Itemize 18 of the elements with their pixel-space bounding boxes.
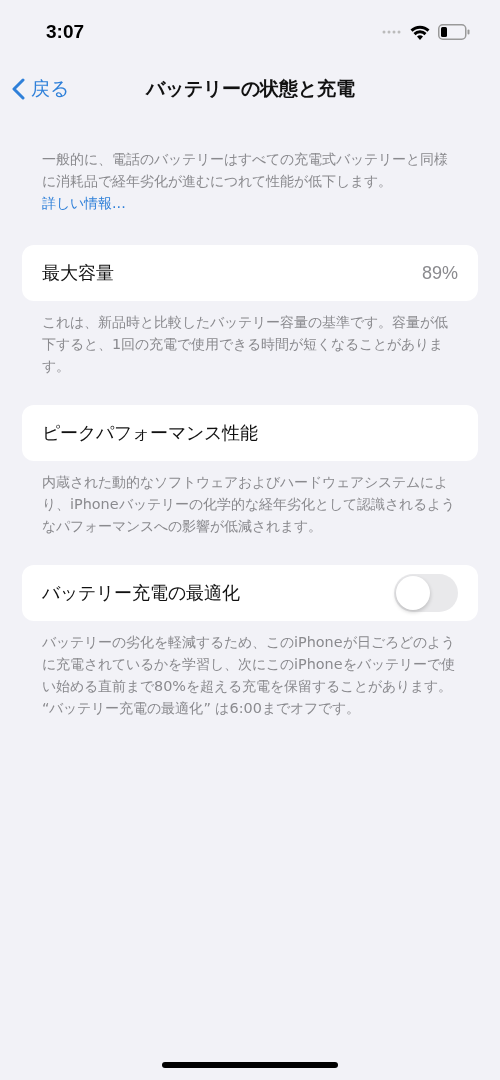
row-value: 89%	[421, 262, 458, 284]
signal-icon	[382, 30, 402, 34]
footer-text: これは、新品時と比較したバッテリー容量の基準です。容量が低下すると、1回の充電で使用できる時間が短くなることがあります。	[41, 313, 449, 376]
toggle-switch[interactable]	[394, 574, 458, 612]
settings-row[interactable]: ピークパフォーマンス性能	[22, 405, 478, 461]
intro-text: 一般的に、電話のバッテリーはすべての充電式バッテリーと同様に消耗品で経年劣化が進むにつれて性能が低下します。 詳しい情報...	[41, 150, 449, 213]
row-label: バッテリー充電の最適化	[42, 581, 240, 605]
row-label: ピークパフォーマンス性能	[42, 421, 258, 445]
row-label: 最大容量	[42, 261, 114, 285]
page-title: バッテリーの状態と充電	[145, 76, 355, 101]
footer-text: バッテリーの劣化を軽減するため、このiPhoneが日ごろどのように充電されているかを学習し、次にこのiPhoneをバッテリーで使い始める直前まで80%を超える充電を保留することがあります。 “バッテリー充電の最適化” は6:00までオフです。	[41, 633, 456, 718]
footer-text: 内蔵された動的なソフトウェアおよびハードウェアシステムにより、iPhoneバッテリーの化学的な経年劣化として認識されるようなパフォーマンスへの影響が低減されます。	[41, 473, 456, 536]
chevron-left-icon	[12, 78, 25, 100]
status-time: 3:07	[46, 21, 85, 43]
more-info-link[interactable]: 詳しい情報...	[42, 195, 126, 211]
wifi-icon	[410, 24, 430, 40]
back-button[interactable]: 戻る	[0, 76, 69, 102]
battery-icon	[438, 24, 470, 40]
